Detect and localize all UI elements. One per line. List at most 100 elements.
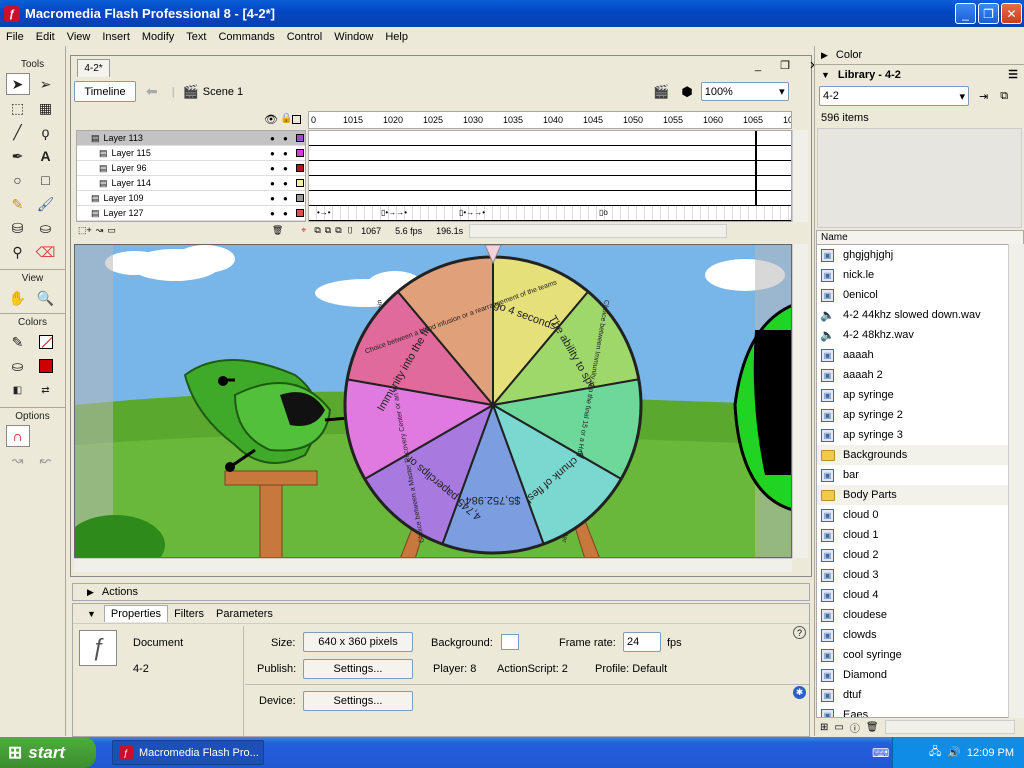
edit-multiple-icon[interactable]: ⧉	[335, 225, 341, 236]
lock-dot[interactable]: ●	[283, 134, 288, 143]
library-item[interactable]: Backgrounds	[817, 445, 1023, 465]
help-icon[interactable]: ?	[793, 626, 806, 639]
menu-commands[interactable]: Commands	[212, 31, 280, 43]
eraser-tool-icon[interactable]: ⌫	[34, 241, 58, 263]
color-panel-header[interactable]: ▶ Color	[815, 46, 1024, 65]
library-item[interactable]: ▣ cloud 4	[817, 585, 1023, 605]
library-hscroll[interactable]	[884, 720, 1015, 734]
eye-icon[interactable]: 👁	[264, 113, 278, 126]
black-white-icon[interactable]: ◧	[6, 379, 30, 401]
line-tool-icon[interactable]: ╱	[6, 121, 30, 143]
fill-swatch[interactable]	[34, 355, 58, 377]
modify-markers-icon[interactable]: ⌷	[348, 225, 353, 236]
taskbar-item-flash[interactable]: ƒ Macromedia Flash Pro...	[112, 740, 264, 765]
layer-outline-color[interactable]	[296, 194, 304, 202]
stroke-swatch[interactable]	[34, 331, 58, 353]
zoom-tool-icon[interactable]: 🔍	[34, 287, 58, 309]
frame-row[interactable]	[309, 146, 791, 161]
delete-layer-icon[interactable]: 🗑	[272, 225, 283, 236]
subselection-tool-icon[interactable]: ➢	[34, 73, 58, 95]
menu-help[interactable]: Help	[379, 31, 414, 43]
layer-row[interactable]: ▤ Layer 127 ● ●	[77, 206, 305, 221]
tab-filters[interactable]: Filters	[168, 606, 210, 622]
library-item[interactable]: ▣ cloud 2	[817, 545, 1023, 565]
layer-outline-color[interactable]	[296, 179, 304, 187]
delete-item-icon[interactable]: 🗑	[866, 722, 879, 733]
brush-tool-icon[interactable]: 🖌	[34, 193, 58, 215]
tab-parameters[interactable]: Parameters	[210, 606, 279, 622]
add-motion-guide-icon[interactable]: ↝	[96, 225, 104, 236]
actions-panel-header[interactable]: ▶ Actions	[72, 583, 810, 601]
menu-text[interactable]: Text	[180, 31, 212, 43]
insert-folder-icon[interactable]: ▭	[107, 225, 116, 236]
text-tool-icon[interactable]: A	[34, 145, 58, 167]
size-button[interactable]: 640 x 360 pixels	[303, 632, 413, 652]
lasso-tool-icon[interactable]: ϙ	[34, 121, 58, 143]
start-button[interactable]: ⊞ start	[0, 737, 96, 768]
rectangle-tool-icon[interactable]: □	[34, 169, 58, 191]
publish-settings-button[interactable]: Settings...	[303, 659, 413, 679]
library-item[interactable]: ▣ cloudese	[817, 605, 1023, 625]
stroke-color-icon[interactable]: ✎	[6, 331, 30, 353]
snap-magnet-icon[interactable]: ∩	[5, 425, 30, 447]
oval-tool-icon[interactable]: ○	[6, 169, 30, 191]
menu-window[interactable]: Window	[328, 31, 379, 43]
library-panel-header[interactable]: ▼ Library - 4-2 ☰	[815, 65, 1024, 84]
straighten-icon[interactable]: ↜	[34, 449, 58, 471]
network-icon[interactable]: 🖧	[929, 743, 941, 762]
layer-outline-color[interactable]	[296, 164, 304, 172]
collapse-arrow-icon[interactable]: ▼	[87, 609, 96, 619]
layer-row[interactable]: ▤ Layer 96 ● ●	[77, 161, 305, 176]
lock-icon[interactable]: 🔒	[280, 113, 292, 124]
library-item[interactable]: ▣ aaaah 2	[817, 365, 1023, 385]
library-item[interactable]: 🔈 4-2 48khz.wav	[817, 325, 1023, 345]
center-frame-icon[interactable]: ⌖	[301, 225, 306, 236]
lock-dot[interactable]: ●	[283, 179, 288, 188]
framerate-input[interactable]: 24	[623, 632, 661, 652]
close-button[interactable]: ✕	[1001, 3, 1022, 24]
library-item[interactable]: ▣ clowds	[817, 625, 1023, 645]
lock-dot[interactable]: ●	[283, 194, 288, 203]
frame-row[interactable]	[309, 161, 791, 176]
visibility-dot[interactable]: ●	[270, 194, 275, 203]
library-selector[interactable]: 4-2 ▾	[819, 86, 969, 106]
zoom-select[interactable]: 100% ▾	[700, 82, 789, 101]
library-item[interactable]: ▣ cloud 0	[817, 505, 1023, 525]
layer-outline-color[interactable]	[296, 149, 304, 157]
timeline-vscroll[interactable]	[792, 130, 808, 222]
layer-row[interactable]: ▤ Layer 109 ● ●	[77, 191, 305, 206]
device-settings-button[interactable]: Settings...	[303, 691, 413, 711]
library-item[interactable]: ▣ cool syringe	[817, 645, 1023, 665]
tab-properties[interactable]: Properties	[103, 605, 169, 622]
layer-row[interactable]: ▤ Layer 113 ● ●	[77, 131, 305, 146]
background-swatch[interactable]	[501, 634, 519, 650]
lock-dot[interactable]: ●	[283, 149, 288, 158]
library-item[interactable]: ▣ cloud 3	[817, 565, 1023, 585]
menu-control[interactable]: Control	[281, 31, 328, 43]
menu-insert[interactable]: Insert	[96, 31, 136, 43]
library-item[interactable]: ▣ dtuf	[817, 685, 1023, 705]
properties-icon[interactable]: ⓘ	[850, 720, 860, 735]
layer-row[interactable]: ▤ Layer 115 ● ●	[77, 146, 305, 161]
library-item[interactable]: ▣ ap syringe 3	[817, 425, 1023, 445]
timeline-ruler[interactable]: 0 1015 1020 1025 1030 1035 1040 1045 1050 1055 106…	[308, 111, 792, 129]
library-vscroll[interactable]	[1008, 244, 1024, 718]
fill-color-icon[interactable]: ⛀	[6, 355, 30, 377]
frame-row[interactable]	[309, 131, 791, 146]
document-tab[interactable]: 4-2*	[77, 59, 110, 77]
library-item[interactable]: ▣ ap syringe 2	[817, 405, 1023, 425]
lock-dot[interactable]: ●	[283, 209, 288, 218]
restore-button[interactable]: ❐	[978, 3, 999, 24]
scene-label[interactable]: Scene 1	[203, 86, 243, 98]
pin-library-icon[interactable]: ⇥	[979, 90, 988, 103]
visibility-dot[interactable]: ●	[270, 179, 275, 188]
menu-modify[interactable]: Modify	[136, 31, 180, 43]
frame-grid[interactable]: •→• ▯•→→• ▯•→→• ▯o	[308, 130, 792, 222]
stage-hscroll[interactable]	[74, 558, 792, 572]
pen-tool-icon[interactable]: ✒	[6, 145, 30, 167]
swap-colors-icon[interactable]: ⇄	[34, 379, 58, 401]
gradient-transform-tool-icon[interactable]: ▦	[34, 97, 58, 119]
name-column-header[interactable]: Name	[817, 231, 1023, 245]
volume-icon[interactable]: 🔊	[947, 746, 961, 759]
visibility-dot[interactable]: ●	[270, 164, 275, 173]
